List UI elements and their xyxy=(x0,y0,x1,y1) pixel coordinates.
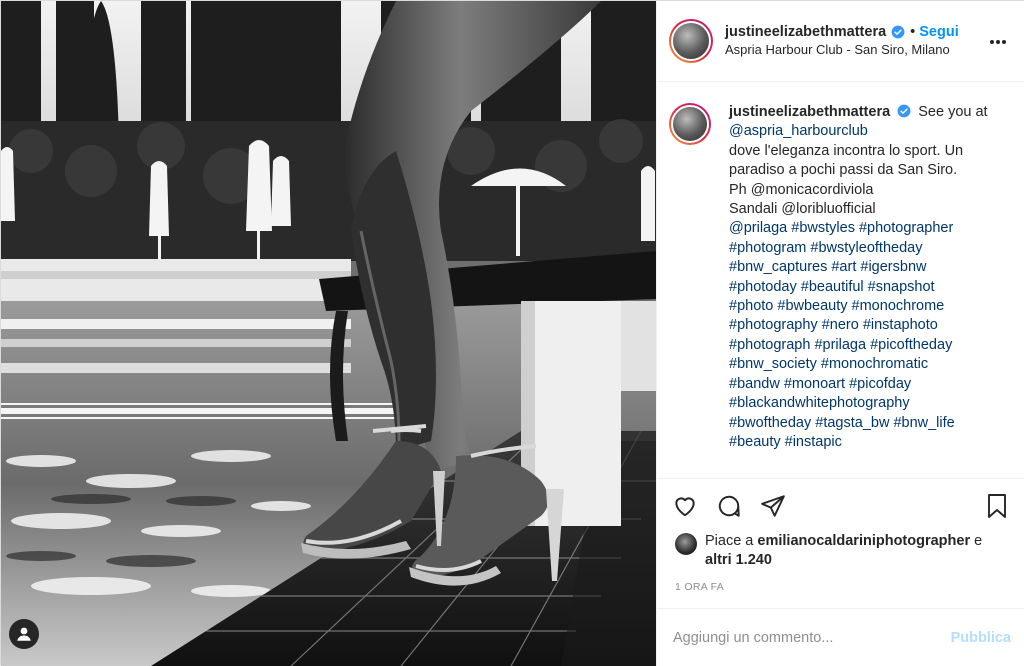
caption-hashtags-15[interactable]: #blackandwhitephotography xyxy=(729,394,1009,413)
caption-hashtags-6[interactable]: @prilaga #bwstyles #photographer xyxy=(729,219,1009,238)
comment-button[interactable] xyxy=(715,492,743,520)
likes-others-count[interactable]: altri 1.240 xyxy=(705,552,772,568)
caption-section: justineelizabethmattera See you at @aspr… xyxy=(657,82,1024,479)
user-tag-button[interactable] xyxy=(9,619,39,649)
caption-hashtags-8[interactable]: #bnw_captures #art #igersbnw xyxy=(729,258,1009,277)
caption-hashtags-9[interactable]: #photoday #beautiful #snapshot xyxy=(729,278,1009,297)
caption-line-0: See you at xyxy=(918,104,988,120)
caption-username[interactable]: justineelizabethmattera xyxy=(729,104,890,120)
heart-icon xyxy=(675,497,695,517)
post-side-panel: justineelizabethmattera • Segui Aspria H… xyxy=(656,1,1024,666)
post-timestamp[interactable]: 1 ORA FA xyxy=(657,570,1024,593)
more-options-icon xyxy=(990,40,1006,44)
comment-input[interactable] xyxy=(673,629,951,646)
post-location[interactable]: Aspria Harbour Club - San Siro, Milano xyxy=(725,41,959,59)
caption-hashtags-17[interactable]: #beauty #instapic xyxy=(729,433,1009,452)
save-button[interactable] xyxy=(983,492,1011,520)
caption-line-5: Sandali @loribluofficial xyxy=(729,201,876,218)
post-dialog: justineelizabethmattera • Segui Aspria H… xyxy=(0,0,1024,666)
liker-avatar[interactable] xyxy=(675,533,697,555)
caption-hashtags-11[interactable]: #photography #nero #instaphoto xyxy=(729,316,1009,335)
comment-icon xyxy=(718,495,740,517)
likes-prefix: Piace a xyxy=(705,533,754,549)
more-options-button[interactable] xyxy=(987,31,1009,53)
follow-button[interactable]: Segui xyxy=(919,23,958,41)
publish-button[interactable]: Pubblica xyxy=(951,630,1011,646)
caption-text: justineelizabethmattera See you at @aspr… xyxy=(729,103,1009,478)
caption-hashtags-14[interactable]: #bandw #monoart #picofday xyxy=(729,375,1009,394)
post-photo[interactable] xyxy=(1,1,656,666)
photo-illustration xyxy=(1,1,656,666)
like-button[interactable] xyxy=(671,492,699,520)
caption-author-avatar[interactable] xyxy=(669,103,711,145)
author-username[interactable]: justineelizabethmattera xyxy=(725,23,886,41)
caption-hashtags-12[interactable]: #photograph #prilaga #picoftheday xyxy=(729,336,1009,355)
caption-line: justineelizabethmattera See you at xyxy=(729,103,1009,122)
caption-hashtags-7[interactable]: #photogram #bwstyleoftheday xyxy=(729,239,1009,258)
user-tag-icon xyxy=(17,627,31,641)
bookmark-icon xyxy=(988,494,1006,518)
caption-line-2: dove l'eleganza incontra lo sport. Un xyxy=(729,142,964,159)
caption-hashtags-13[interactable]: #bnw_society #monochromatic xyxy=(729,355,1009,374)
separator-dot: • xyxy=(910,24,916,40)
likes-summary: Piace a emilianocaldariniphotographer e … xyxy=(657,528,1024,570)
verified-badge-icon xyxy=(891,25,905,39)
caption-line-4: Ph @monicacordiviola xyxy=(729,181,874,198)
liker-username[interactable]: emilianocaldariniphotographer xyxy=(757,533,970,549)
share-icon xyxy=(761,495,785,517)
likes-and: e xyxy=(974,533,983,549)
caption-mention-aspria[interactable]: @aspria_harbourclub xyxy=(729,122,1009,141)
caption-hashtags-16[interactable]: #bwoftheday #tagsta_bw #bnw_life xyxy=(729,414,1009,433)
post-header: justineelizabethmattera • Segui Aspria H… xyxy=(657,1,1024,82)
share-button[interactable] xyxy=(759,492,787,520)
caption-hashtags-10[interactable]: #photo #bwbeauty #monochrome xyxy=(729,297,1009,316)
post-actions xyxy=(657,484,1024,528)
author-avatar[interactable] xyxy=(669,19,713,63)
caption-line-3: paradiso a pochi passi da San Siro. xyxy=(729,162,958,179)
comment-bar: Pubblica xyxy=(657,608,1024,666)
caption-verified-badge-icon xyxy=(897,104,911,118)
